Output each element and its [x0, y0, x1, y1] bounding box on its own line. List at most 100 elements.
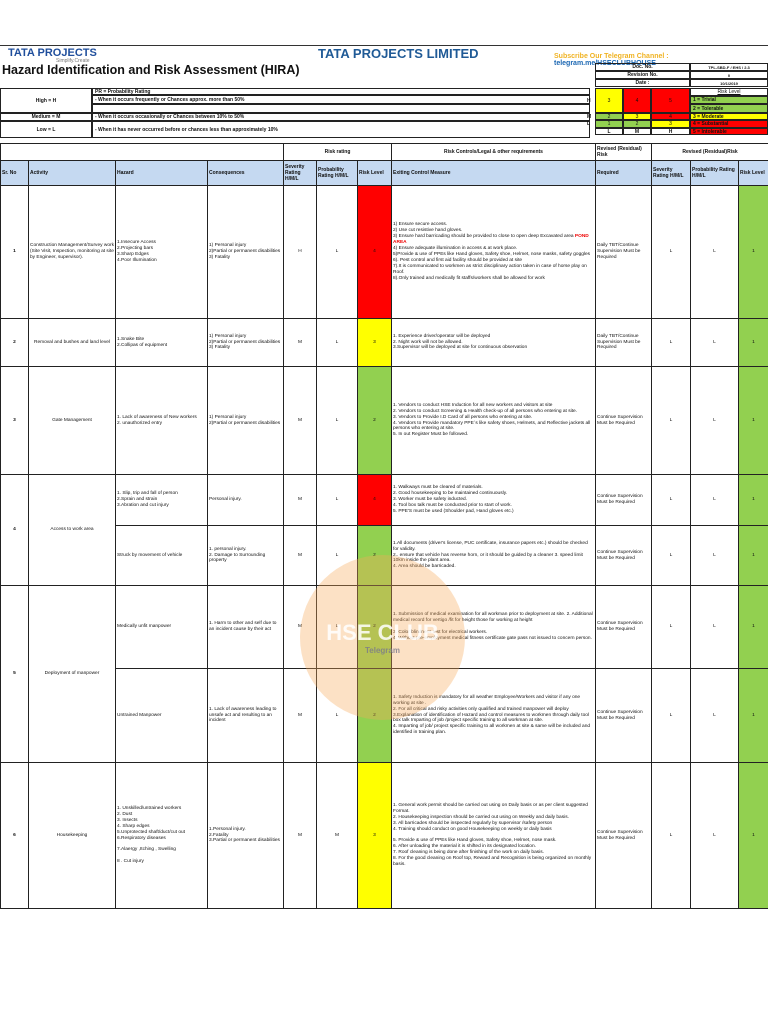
required-cell: Continue Supervision Must be Required	[595, 525, 653, 586]
column-header: Severity Rating H/M/L	[651, 160, 692, 186]
prob-cell: L	[316, 525, 358, 586]
activity: Access to work area	[28, 474, 116, 586]
activity: Deployment of manpower	[28, 585, 116, 763]
doc-info-value: 0	[690, 71, 768, 79]
risk-cell: 2	[356, 366, 393, 475]
sev-cell: M	[283, 474, 317, 526]
controls-text: 4) Ensure adequate illumination in acces…	[393, 246, 591, 281]
company-name: TATA PROJECTS LIMITED	[318, 46, 479, 61]
consequences-cell: 1. Harm to other and self due to an inci…	[207, 585, 284, 669]
consequences-cell: 1) Personal injury 2)Partial or permanen…	[207, 185, 284, 319]
rsev-cell: L	[651, 474, 692, 526]
hazard-cell: 1. Lack of awareness of New workers 2. u…	[115, 366, 208, 475]
table-row: 2 Removal and bushes and land level 1.Snak…	[0, 318, 768, 367]
column-header: Required	[595, 160, 653, 186]
risk-legend-item: 3 = Moderate	[690, 113, 768, 120]
risk-legend-title: Risk Level	[690, 88, 768, 96]
doc-info-value: 10/1/2019	[690, 79, 768, 87]
prob-cell: L	[316, 185, 358, 319]
consequences-cell: Personal injury.	[207, 474, 284, 526]
prob-medium-label: Medium = M	[0, 113, 92, 121]
rprob-cell: L	[690, 525, 740, 586]
sr-no: 1	[0, 185, 29, 319]
hazard-cell: 1. Slip, trip and fall of person 2.Sprai…	[115, 474, 208, 526]
hazard-cell: 1.Insecure Access 2.Projecting bars 3.Sh…	[115, 185, 208, 319]
controls-cell: 1. Experience driver/operator will be de…	[391, 318, 597, 367]
matrix-cell: 3	[623, 113, 651, 120]
controls-cell: 1.All documents (driver's license, PUC c…	[391, 525, 597, 586]
risk-cell: 4	[356, 185, 393, 319]
prob-cell: L	[316, 474, 358, 526]
activity: Construction Management/Survey work (Sit…	[28, 185, 116, 319]
rprob-cell: L	[690, 762, 740, 909]
table-row: Untrained Manpower 1. Lack of awareness l…	[1, 668, 768, 763]
column-header-row: Sr. No Activity Hazard Consequences Severity…	[0, 160, 768, 186]
matrix-row-label: M	[587, 113, 592, 120]
column-header: Consequences	[207, 160, 284, 186]
matrix-row-label: H	[587, 97, 591, 104]
sev-cell: H	[283, 185, 317, 319]
column-header: Risk Level	[738, 160, 768, 186]
activity: Gate Management	[28, 366, 116, 475]
sev-cell: M	[283, 525, 317, 586]
risk-rating-group: Risk rating	[282, 143, 393, 161]
matrix-cell: 3	[651, 120, 690, 128]
rsev-cell: L	[651, 366, 692, 475]
prob-low-desc: - When it has never occurred before or c…	[92, 121, 590, 138]
column-header: Severity Rating H/M/L	[283, 160, 317, 186]
matrix-cell: 2	[595, 113, 623, 120]
prob-medium-desc: - When it occurs occasionally or Chances…	[92, 113, 590, 121]
risk-legend-item: 5 = Intolerable	[690, 128, 768, 135]
matrix-col-label: H	[651, 128, 690, 135]
revised-group-b: Revised (Residual)Risk	[651, 143, 768, 161]
rprob-cell: L	[690, 668, 740, 763]
matrix-col-label: M	[623, 128, 651, 135]
sr-no: 6	[0, 762, 29, 909]
rrisk-cell: 1	[738, 474, 768, 526]
rprob-cell: L	[690, 185, 740, 319]
column-header: Hazard	[115, 160, 208, 186]
prob-cell: M	[316, 762, 358, 909]
sr-no: 4	[0, 474, 29, 586]
rrisk-cell: 1	[738, 762, 768, 909]
sev-cell: M	[283, 585, 317, 669]
rrisk-cell: 1	[738, 318, 768, 367]
controls-cell: 1) Ensure secure access. 2) Use cut resi…	[391, 185, 597, 319]
matrix-cell: 4	[623, 88, 651, 113]
required-cell: Continue Supervision Must be Required	[595, 668, 653, 763]
hazard-cell: Medically unfit manpower	[115, 585, 208, 669]
table-row: Struck by movement of vehicle 1. personal…	[1, 525, 768, 586]
tata-logo: TATA PROJECTS Simplify.Create	[8, 47, 97, 64]
activity: Housekeeping	[28, 762, 116, 909]
sr-no: 3	[0, 366, 29, 475]
rsev-cell: L	[651, 185, 692, 319]
consequences-cell: 1) Personal injury 2)Partial or permanen…	[207, 366, 284, 475]
sev-cell: M	[283, 762, 317, 909]
required-cell: Daily TBT/Continue Supervision Must be R…	[595, 318, 653, 367]
table-row: 1 Construction Management/Survey work (Si…	[0, 185, 768, 319]
hira-table: Risk rating Risk Controls/Legal & other …	[0, 143, 768, 909]
prob-cell: L	[316, 585, 358, 669]
consequences-cell: 1) Personal injury 2)Partial or permanen…	[207, 318, 284, 367]
table-row: 5 Deployment of manpower Medically unfit m…	[0, 585, 768, 763]
consequences-cell: 1.Personal injury. 2.Fatality 3.Partial …	[207, 762, 284, 909]
hazard-cell: 1. Unskilled/untrained workers 2. Dust 3…	[115, 762, 208, 909]
controls-cell: 1. Safety Induction is mandatory for all…	[391, 668, 597, 763]
page-title: Hazard Identification and Risk Assessmen…	[2, 63, 300, 77]
sev-cell: M	[283, 366, 317, 475]
risk-cell: 3	[356, 762, 393, 909]
prob-cell: L	[316, 318, 358, 367]
rsev-cell: L	[651, 318, 692, 367]
matrix-cell: 3	[595, 88, 623, 113]
controls-cell: 1. Submission of medical examination for…	[391, 585, 597, 669]
risk-cell: 2	[356, 585, 393, 669]
risk-cell: 4	[356, 474, 393, 526]
rsev-cell: L	[651, 668, 692, 763]
consequences-cell: 1. personal injury. 2. Damage to Surroun…	[207, 525, 284, 586]
prob-low-label: Low = L	[0, 121, 92, 138]
required-cell: Continue Supervision Must be Required	[595, 474, 653, 526]
doc-info-label: Revision No.	[595, 71, 690, 79]
sr-no: 2	[0, 318, 29, 367]
column-header: Exiting Control Measure	[391, 160, 597, 186]
hazard-cell: Struck by movement of vehicle	[115, 525, 208, 586]
